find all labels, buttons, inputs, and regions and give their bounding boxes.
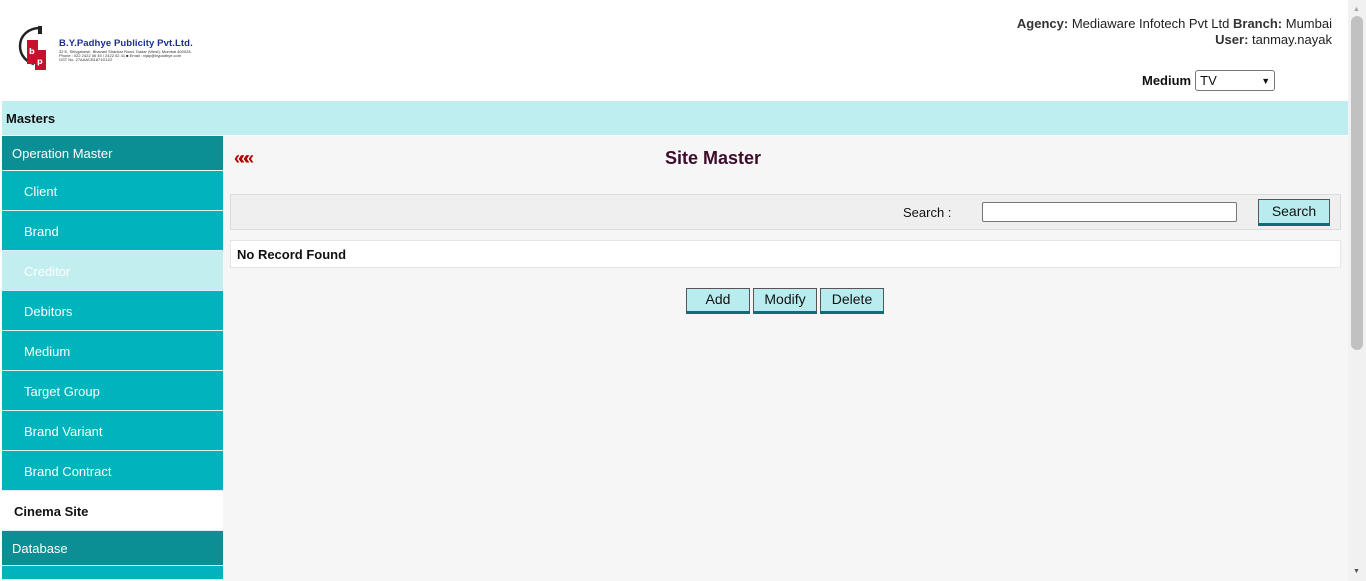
sidebar-item-brand-contract[interactable]: Brand Contract	[2, 451, 223, 491]
sidebar-item-target-group[interactable]: Target Group	[2, 371, 223, 411]
branch-value: Mumbai	[1285, 16, 1332, 31]
scroll-up-arrow-icon[interactable]: ▲	[1353, 6, 1360, 13]
sidebar-item-creditor[interactable]: Creditor	[2, 251, 223, 291]
modify-button[interactable]: Modify	[753, 288, 817, 314]
medium-label: Medium	[1142, 73, 1192, 88]
sidebar-group-label: Database	[12, 541, 68, 556]
masters-label: Masters	[6, 111, 56, 126]
sidebar-item-client[interactable]: Client	[2, 171, 223, 211]
sidebar-item-medium[interactable]: Medium	[2, 331, 223, 371]
scrollbar-thumb[interactable]	[1351, 16, 1363, 350]
branch-label: Branch:	[1233, 16, 1283, 31]
chevron-down-icon: ▼	[1261, 75, 1271, 86]
medium-select-value: TV	[1200, 73, 1217, 88]
logo-mark-icon: b p	[18, 26, 46, 70]
sidebar-item-label: Client	[24, 184, 58, 199]
agency-info: Agency: Mediaware Infotech Pvt Ltd Branc…	[1017, 16, 1332, 48]
sidebar-item-cinema-site[interactable]: Cinema Site	[2, 491, 223, 531]
sidebar-item-brand-variant[interactable]: Brand Variant	[2, 411, 223, 451]
sidebar-item-brand[interactable]: Brand	[2, 211, 223, 251]
medium-select[interactable]: TV ▼	[1195, 70, 1276, 91]
sidebar-item-label: Creditor	[24, 264, 71, 279]
svg-text:b: b	[29, 47, 35, 56]
delete-button[interactable]: Delete	[820, 288, 884, 314]
no-record-message: No Record Found	[230, 240, 1341, 268]
search-input[interactable]	[982, 202, 1237, 222]
masters-bar[interactable]: Masters	[2, 101, 1348, 135]
sidebar-item-label: Medium	[24, 344, 71, 359]
vertical-scrollbar[interactable]: ▲ ▼	[1348, 0, 1366, 581]
search-button[interactable]: Search	[1258, 199, 1330, 226]
sidebar-item-debitors[interactable]: Debitors	[2, 291, 223, 331]
sidebar-group-operation-master[interactable]: Operation Master	[2, 136, 223, 171]
sidebar-item-label: Brand Contract	[24, 464, 112, 479]
svg-text:p: p	[37, 57, 43, 66]
agency-value: Mediaware Infotech Pvt Ltd	[1071, 16, 1230, 31]
sidebar: Operation Master Client Brand Creditor D…	[2, 136, 223, 581]
company-logo: b p B.Y.Padhye Publicity Pvt.Ltd. 32 E, …	[18, 24, 218, 72]
sidebar-item-label: Debitors	[24, 304, 73, 319]
sidebar-group-label: Operation Master	[12, 146, 113, 161]
user-label: User:	[1215, 32, 1249, 47]
user-value: tanmay.nayak	[1252, 32, 1332, 47]
logo-address-line: GST No. 27AAACB1871D1Z2	[59, 57, 113, 62]
action-buttons: Add Modify Delete	[686, 288, 884, 314]
page-title: Site Master	[664, 148, 762, 168]
agency-label: Agency:	[1016, 16, 1069, 31]
sidebar-item-label: Brand Variant	[24, 424, 103, 439]
sidebar-item-label: Cinema Site	[14, 504, 89, 519]
sidebar-group-database[interactable]: Database	[2, 531, 223, 566]
search-panel: Search : Search	[230, 194, 1341, 230]
add-button[interactable]: Add	[686, 288, 750, 314]
sidebar-item-label: Brand	[24, 224, 59, 239]
main-content: ««« Site Master Search : Search No Recor…	[223, 136, 1348, 581]
medium-selector: Medium TV ▼	[1142, 70, 1276, 91]
sidebar-item-partial[interactable]	[2, 566, 223, 580]
scroll-down-arrow-icon[interactable]: ▼	[1353, 568, 1360, 575]
sidebar-item-label: Target Group	[24, 384, 100, 399]
header: b p B.Y.Padhye Publicity Pvt.Ltd. 32 E, …	[0, 0, 1348, 101]
logo-company-name: B.Y.Padhye Publicity Pvt.Ltd.	[59, 38, 193, 49]
search-label: Search :	[903, 205, 952, 220]
